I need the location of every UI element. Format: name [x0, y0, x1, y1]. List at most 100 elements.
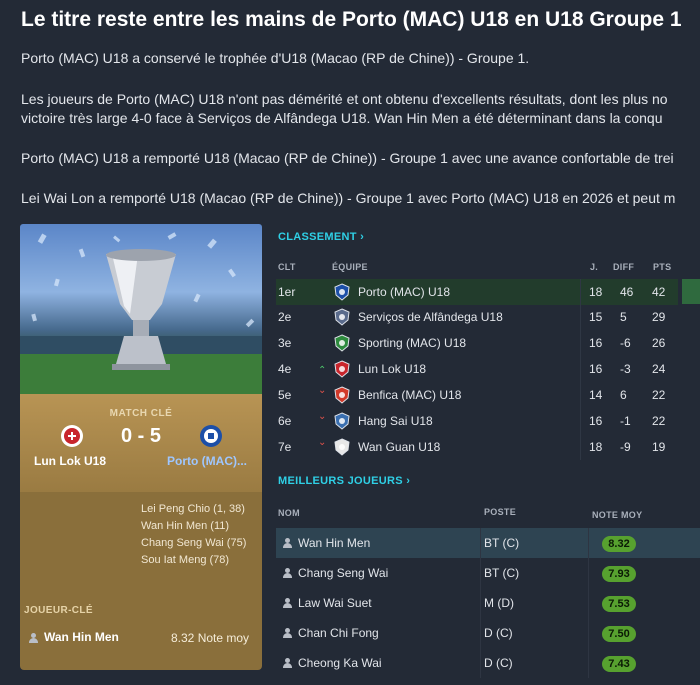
trend-down-icon: ⌄ [318, 437, 327, 448]
standings-row[interactable]: 4e Lun Lok U18 16 -3 24 ⌃ [276, 356, 678, 382]
standings-points: 19 [652, 440, 666, 454]
standings-team-name[interactable]: Benfica (MAC) U18 [358, 388, 461, 402]
standings-position: 2e [278, 310, 292, 324]
player-name[interactable]: Chan Chi Fong [298, 626, 379, 640]
goal-scorer: Sou Iat Meng (78) [141, 554, 230, 566]
player-icon [283, 628, 292, 638]
column-divider [480, 558, 481, 588]
player-row[interactable]: Wan Hin Men BT (C) 8.32 [276, 528, 700, 558]
standings-position: 6e [278, 414, 292, 428]
news-headline: Le titre reste entre les mains de Porto … [21, 8, 682, 31]
standings-played: 14 [589, 388, 603, 402]
standings-team-name[interactable]: Serviços de Alfândega U18 [358, 310, 503, 324]
team-crest-icon [334, 308, 350, 326]
col-head-position: POSTE [484, 507, 517, 517]
trophy-illustration [20, 232, 262, 394]
player-rating-badge: 7.53 [602, 596, 636, 612]
news-paragraph: Porto (MAC) U18 a remporté U18 (Macao (R… [21, 150, 674, 166]
standings-played: 18 [589, 440, 603, 454]
player-name[interactable]: Wan Hin Men [298, 536, 370, 550]
player-row[interactable]: Chang Seng Wai BT (C) 7.93 [276, 558, 700, 588]
player-position: D (C) [484, 626, 513, 640]
col-head-team: ÉQUIPE [332, 262, 368, 272]
standings-team-name[interactable]: Sporting (MAC) U18 [358, 336, 466, 350]
trend-down-icon: ⌄ [318, 385, 327, 396]
key-match-card[interactable]: MATCH CLÉ 0 - 5 Lun Lok U18 Porto (MAC).… [20, 394, 262, 670]
news-paragraph: Les joueurs de Porto (MAC) U18 n'ont pas… [21, 91, 668, 107]
standings-played: 18 [589, 285, 603, 299]
porto-crest-icon [200, 425, 222, 447]
news-paragraph: Porto (MAC) U18 a conservé le trophée d'… [21, 50, 530, 66]
player-rating-badge: 7.43 [602, 656, 636, 672]
standings-points: 22 [652, 414, 666, 428]
away-team-name[interactable]: Porto (MAC)... [167, 454, 247, 468]
column-divider [580, 330, 581, 356]
column-divider [588, 588, 589, 618]
standings-row[interactable]: 6e Hang Sai U18 16 -1 22 ⌄ [276, 408, 678, 434]
player-position: BT (C) [484, 536, 520, 550]
standings-title-link[interactable]: CLASSEMENT › [278, 231, 364, 243]
standings-diff: -1 [620, 414, 631, 428]
player-row[interactable]: Cheong Ka Wai D (C) 7.43 [276, 648, 700, 678]
column-divider [580, 356, 581, 382]
column-divider [480, 528, 481, 558]
standings-team-name[interactable]: Lun Lok U18 [358, 362, 426, 376]
standings-row[interactable]: 3e Sporting (MAC) U18 16 -6 26 [276, 330, 678, 356]
standings-position: 4e [278, 362, 292, 376]
trophy-image [20, 224, 262, 394]
column-divider [588, 618, 589, 648]
column-divider [480, 618, 481, 648]
player-icon [283, 598, 292, 608]
standings-points: 26 [652, 336, 666, 350]
standings-diff: 5 [620, 310, 627, 324]
column-divider [480, 588, 481, 618]
standings-played: 16 [589, 336, 603, 350]
trend-down-icon: ⌄ [318, 411, 327, 422]
standings-diff: -3 [620, 362, 631, 376]
standings-diff: -6 [620, 336, 631, 350]
player-position: M (D) [484, 596, 514, 610]
standings-played: 16 [589, 362, 603, 376]
standings-diff: 46 [620, 285, 634, 299]
column-divider [588, 648, 589, 678]
column-divider [480, 648, 481, 678]
standings-team-name[interactable]: Wan Guan U18 [358, 440, 440, 454]
goal-scorer: Lei Peng Chio (1, 38) [141, 503, 245, 515]
team-crest-icon [334, 386, 350, 404]
standings-team-name[interactable]: Porto (MAC) U18 [358, 285, 450, 299]
standings-diff: 6 [620, 388, 627, 402]
col-head-rating: NOTE MOY [592, 510, 643, 520]
match-score: 0 - 5 [120, 425, 162, 447]
player-row[interactable]: Law Wai Suet M (D) 7.53 [276, 588, 700, 618]
column-divider [580, 434, 581, 460]
key-player-rating: 8.32 Note moy [171, 631, 250, 645]
player-row[interactable]: Chan Chi Fong D (C) 7.50 [276, 618, 700, 648]
standings-row[interactable]: 2e Serviços de Alfândega U18 15 5 29 [276, 304, 678, 330]
players-title-link[interactable]: MEILLEURS JOUEURS › [278, 475, 410, 487]
standings-position: 5e [278, 388, 292, 402]
standings-points: 22 [652, 388, 666, 402]
player-icon [29, 633, 38, 643]
standings-row[interactable]: 1er Porto (MAC) U18 18 46 42 [276, 279, 678, 305]
goal-scorer: Wan Hin Men (11) [141, 520, 230, 532]
news-paragraph: victoire très large 4-0 face à Serviços … [21, 110, 663, 126]
standings-row[interactable]: 5e Benfica (MAC) U18 14 6 22 ⌄ [276, 382, 678, 408]
standings-points: 42 [652, 285, 666, 299]
standings-position: 1er [278, 285, 296, 299]
standings-diff: -9 [620, 440, 631, 454]
player-name[interactable]: Law Wai Suet [298, 596, 372, 610]
home-team-name[interactable]: Lun Lok U18 [34, 454, 106, 468]
col-head-name: NOM [278, 508, 300, 518]
player-name[interactable]: Chang Seng Wai [298, 566, 388, 580]
team-crest-icon [334, 283, 350, 301]
standings-points: 24 [652, 362, 666, 376]
standings-team-name[interactable]: Hang Sai U18 [358, 414, 433, 428]
players-title: MEILLEURS JOUEURS [278, 475, 403, 487]
player-name[interactable]: Cheong Ka Wai [298, 656, 382, 670]
key-player-name[interactable]: Wan Hin Men [44, 630, 119, 644]
standings-row[interactable]: 7e Wan Guan U18 18 -9 19 ⌄ [276, 434, 678, 460]
column-divider [580, 304, 581, 330]
player-icon [283, 538, 292, 548]
chevron-right-icon: › [406, 475, 411, 487]
goal-scorer: Chang Seng Wai (75) [141, 537, 247, 549]
